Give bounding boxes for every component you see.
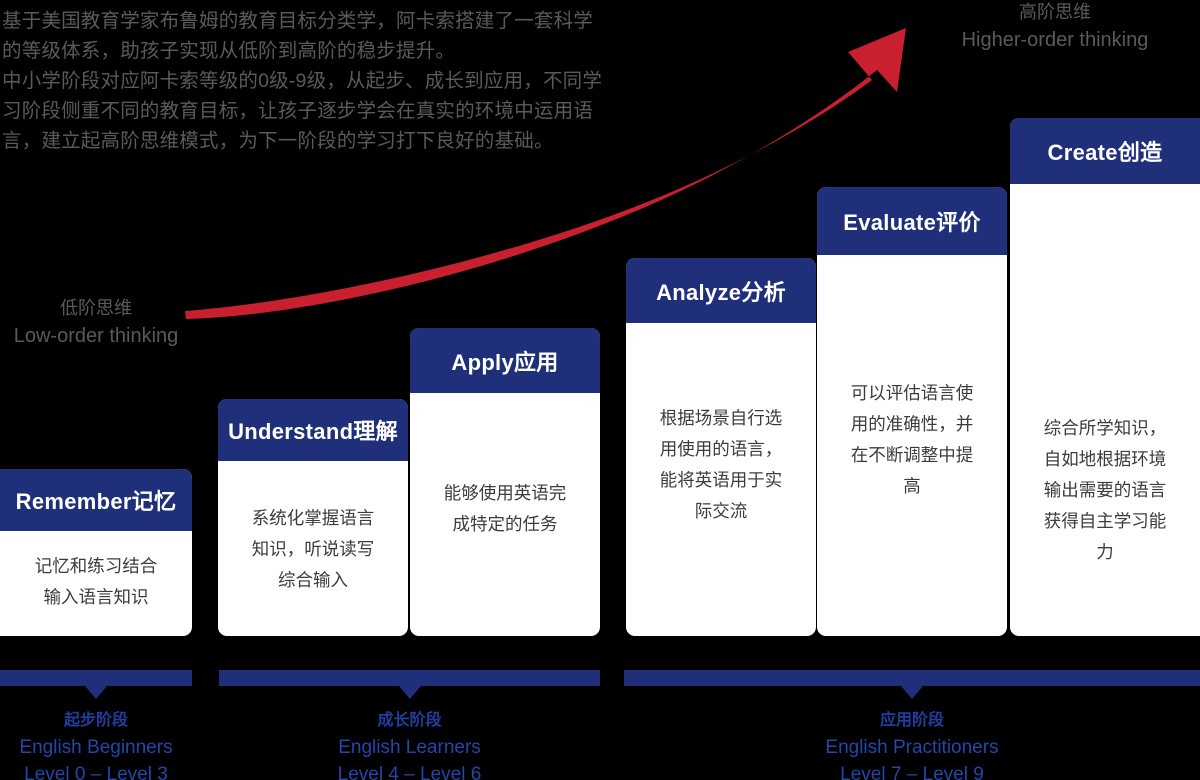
stage-learners-cn: 成长阶段 bbox=[377, 712, 442, 729]
card-evaluate-title: Evaluate评价 bbox=[817, 187, 1007, 255]
card-analyze-body: 根据场景自行选 用使用的语言， 能将英语用于实 际交流 bbox=[659, 408, 783, 521]
stage-pointer-practitioners-icon bbox=[901, 686, 923, 699]
stage-bar-practitioners bbox=[624, 670, 1200, 686]
stage-beginners-en: English Beginners bbox=[19, 737, 173, 758]
card-evaluate-body: 可以评估语言使 用的准确性，并 在不断调整中提 高 bbox=[850, 383, 974, 496]
card-apply-title: Apply应用 bbox=[410, 328, 600, 393]
card-understand-body: 系统化掌握语言 知识，听说读写 综合输入 bbox=[251, 508, 375, 590]
card-remember[interactable]: Remember记忆 记忆和练习结合 输入语言知识 bbox=[0, 469, 192, 636]
stage-bar-learners bbox=[219, 670, 600, 686]
card-create-body: 综合所学知识， 自如地根据环境 输出需要的语言 获得自主学习能 力 bbox=[1043, 418, 1167, 562]
high-order-thinking-cn: 高阶思维 bbox=[1019, 2, 1091, 22]
stage-pointer-beginners-icon bbox=[85, 686, 107, 699]
card-create[interactable]: Create创造 综合所学知识， 自如地根据环境 输出需要的语言 获得自主学习能… bbox=[1010, 118, 1200, 636]
stage-pointer-learners-icon bbox=[399, 686, 421, 699]
stage-practitioners-en: English Practitioners bbox=[825, 737, 999, 758]
card-create-title: Create创造 bbox=[1010, 118, 1200, 184]
stage-bar-beginners bbox=[0, 670, 192, 686]
high-order-thinking-en: Higher-order thinking bbox=[961, 29, 1149, 51]
blooms-taxonomy-diagram: 基于美国教育学家布鲁姆的教育目标分类学，阿卡索搭建了一套科学 的等级体系，助孩子… bbox=[0, 0, 1200, 780]
stage-practitioners-cn: 应用阶段 bbox=[879, 712, 944, 729]
stage-practitioners-levels: Level 7 – Level 9 bbox=[840, 764, 984, 780]
stage-beginners-cn: 起步阶段 bbox=[63, 712, 128, 729]
high-order-thinking-label: 高阶思维 Higher-order thinking bbox=[905, 0, 1200, 54]
low-order-thinking-cn: 低阶思维 bbox=[60, 298, 132, 318]
intro-paragraph: 基于美国教育学家布鲁姆的教育目标分类学，阿卡索搭建了一套科学 的等级体系，助孩子… bbox=[2, 10, 603, 152]
stage-beginners-levels: Level 0 – Level 3 bbox=[24, 764, 168, 780]
card-analyze-title: Analyze分析 bbox=[626, 258, 816, 323]
card-apply[interactable]: Apply应用 能够使用英语完 成特定的任务 bbox=[410, 328, 600, 636]
stage-learners-levels: Level 4 – Level 6 bbox=[337, 764, 482, 780]
card-understand[interactable]: Understand理解 系统化掌握语言 知识，听说读写 综合输入 bbox=[218, 399, 408, 636]
stage-label-learners: 成长阶段 English Learners Level 4 – Level 6 bbox=[219, 707, 600, 780]
stage-learners-en: English Learners bbox=[338, 737, 481, 758]
card-remember-title: Remember记忆 bbox=[0, 469, 192, 531]
low-order-thinking-label: 低阶思维 Low-order thinking bbox=[0, 294, 192, 350]
stage-label-practitioners: 应用阶段 English Practitioners Level 7 – Lev… bbox=[624, 707, 1200, 780]
card-analyze[interactable]: Analyze分析 根据场景自行选 用使用的语言， 能将英语用于实 际交流 bbox=[626, 258, 816, 636]
card-evaluate[interactable]: Evaluate评价 可以评估语言使 用的准确性，并 在不断调整中提 高 bbox=[817, 187, 1007, 636]
card-understand-title: Understand理解 bbox=[218, 399, 408, 461]
low-order-thinking-en: Low-order thinking bbox=[13, 325, 179, 347]
card-apply-body: 能够使用英语完 成特定的任务 bbox=[443, 483, 567, 534]
stage-label-beginners: 起步阶段 English Beginners Level 0 – Level 3 bbox=[0, 707, 192, 780]
card-remember-body: 记忆和练习结合 输入语言知识 bbox=[34, 556, 158, 607]
